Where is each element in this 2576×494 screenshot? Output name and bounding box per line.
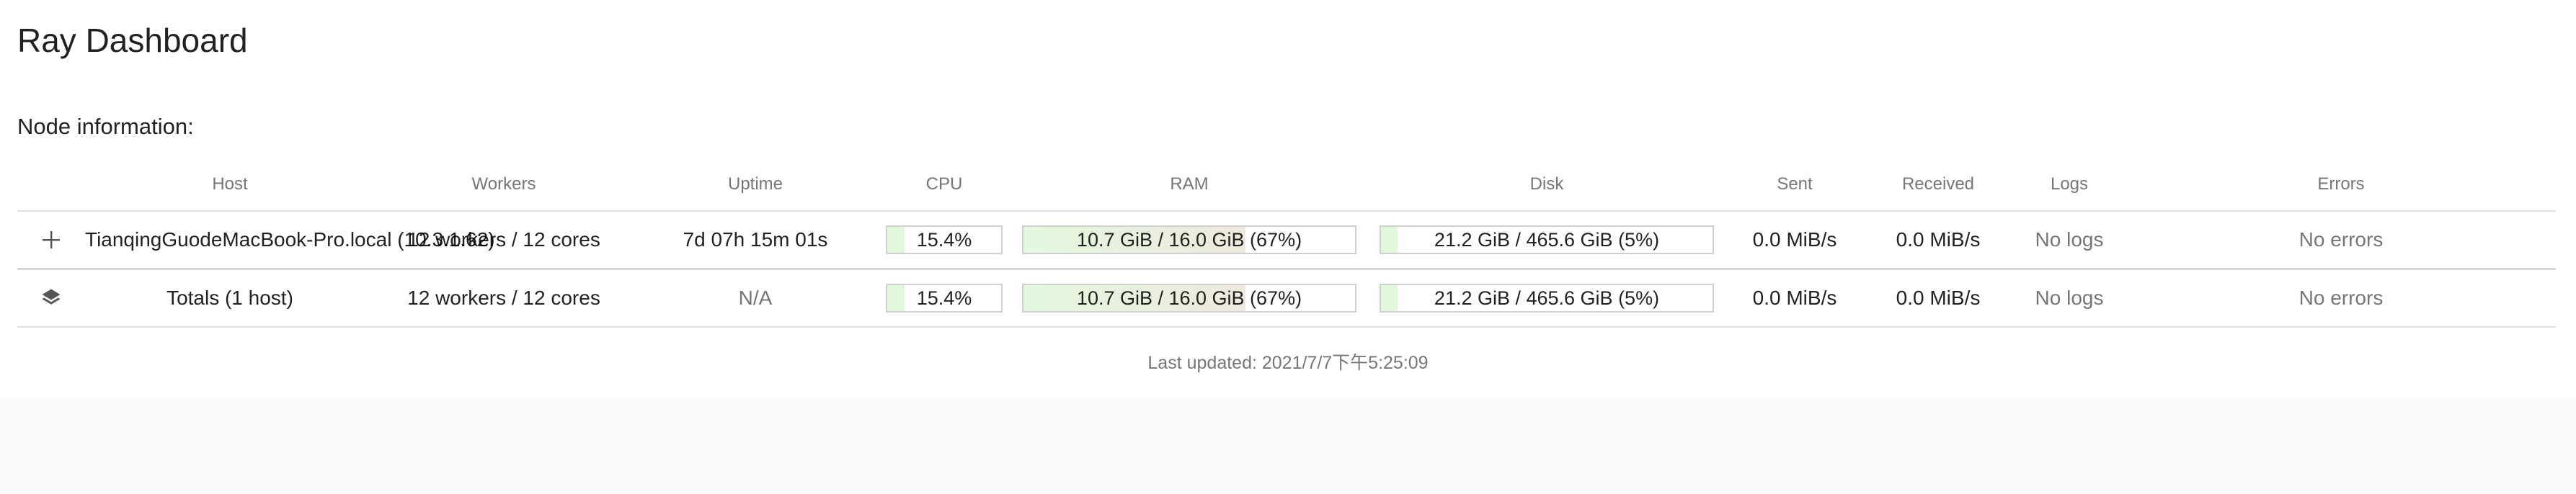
sent-cell: 0.0 MiB/s [1726,211,1864,270]
node-table: Host Workers Uptime CPU RAM Disk Sent Re… [17,158,2556,328]
section-title: Node information: [17,114,194,139]
column-header-received: Received [1864,158,2012,212]
host-cell: TianqingGuodeMacBook-Pro.local (10.3.1.6… [85,211,495,270]
received-cell: 0.0 MiB/s [1864,211,2012,270]
host-cell: Totals (1 host) [85,269,375,328]
ram-usage-label: 10.7 GiB / 16.0 GiB (67%) [1076,287,1302,309]
cpu-usage-label: 15.4% [916,229,972,251]
column-header-uptime: Uptime [633,158,878,212]
layers-icon [37,284,66,313]
ram-usage-bar: 10.7 GiB / 16.0 GiB (67%) [1022,225,1356,254]
disk-usage-bar: 21.2 GiB / 465.6 GiB (5%) [1380,284,1714,313]
cpu-usage-bar: 15.4% [886,225,1003,254]
page-title: Ray Dashboard [17,22,248,59]
disk-usage-bar: 21.2 GiB / 465.6 GiB (5%) [1380,225,1714,254]
ram-usage-label: 10.7 GiB / 16.0 GiB (67%) [1076,229,1302,251]
column-header-workers: Workers [375,158,633,212]
logs-cell: No logs [2012,269,2126,328]
cpu-usage-label: 15.4% [916,287,972,309]
column-header-errors: Errors [2126,158,2556,212]
column-header-host: Host [85,158,375,212]
column-header-sent: Sent [1726,158,1864,212]
disk-usage-label: 21.2 GiB / 465.6 GiB (5%) [1434,287,1660,309]
table-row-totals: Totals (1 host) 12 workers / 12 cores N/… [17,269,2556,328]
column-header-cpu: CPU [878,158,1011,212]
uptime-cell: N/A [633,269,878,328]
table-row-node: TianqingGuodeMacBook-Pro.local (10.3.1.6… [17,211,2556,270]
disk-usage-label: 21.2 GiB / 465.6 GiB (5%) [1434,229,1660,251]
last-updated-text: Last updated: 2021/7/7下午5:25:09 [1147,353,1429,373]
workers-cell: 12 workers / 12 cores [375,211,633,270]
cpu-usage-bar: 15.4% [886,284,1003,313]
errors-cell: No errors [2126,211,2556,270]
received-cell: 0.0 MiB/s [1864,269,2012,328]
uptime-cell: 7d 07h 15m 01s [633,211,878,270]
column-header-disk: Disk [1368,158,1726,212]
column-header-expand [17,158,85,212]
dashboard-panel: Ray Dashboard Node information: Host Wor… [0,0,2576,398]
plus-icon[interactable] [37,225,66,254]
errors-cell: No errors [2126,269,2556,328]
sent-cell: 0.0 MiB/s [1726,269,1864,328]
logs-cell: No logs [2012,211,2126,270]
column-header-ram: RAM [1011,158,1368,212]
table-header-row: Host Workers Uptime CPU RAM Disk Sent Re… [17,158,2556,212]
ram-usage-bar: 10.7 GiB / 16.0 GiB (67%) [1022,284,1356,313]
workers-cell: 12 workers / 12 cores [375,269,633,328]
column-header-logs: Logs [2012,158,2126,212]
